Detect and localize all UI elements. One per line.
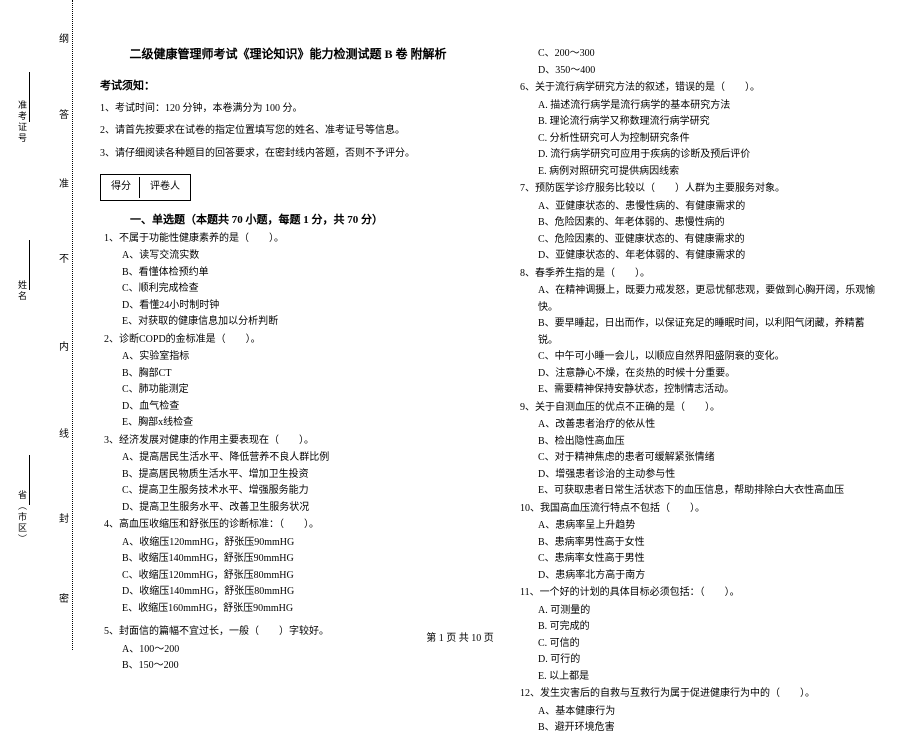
option: A、提高居民生活水平、降低营养不良人群比例	[122, 450, 476, 467]
option: D. 流行病学研究可应用于疾病的诊断及预后评价	[538, 147, 880, 164]
option: D. 可行的	[538, 652, 880, 669]
paper-title: 二级健康管理师考试《理论知识》能力检测试题 B 卷 附解析	[100, 45, 476, 65]
label-name: 姓名	[16, 280, 29, 302]
question: 9、关于自测血压的优点不正确的是（ ）。	[520, 400, 880, 417]
option: B、150～200	[122, 658, 476, 675]
question: 4、高血压收缩压和舒张压的诊断标准：（ ）。	[104, 517, 476, 534]
option: B、收缩压140mmHG，舒张压90mmHG	[122, 551, 476, 568]
option: A、读写交流实数	[122, 248, 476, 265]
option: C、危险因素的、亚健康状态的、有健康需求的	[538, 232, 880, 249]
option: B、避开环境危害	[538, 720, 880, 737]
option: B、检出隐性高血压	[538, 434, 880, 451]
option: D、看懂24小时制时钟	[122, 298, 476, 315]
binding-char: 纲	[59, 30, 69, 45]
binding-char: 准	[59, 175, 69, 190]
option: B. 理论流行病学又称数理流行病学研究	[538, 114, 880, 131]
section-title: 一、单选题（本题共 70 小题，每题 1 分，共 70 分）	[130, 211, 383, 229]
question: 3、经济发展对健康的作用主要表现在（ ）。	[104, 433, 476, 450]
question: 12、发生灾害后的自救与互救行为属于促进健康行为中的（ ）。	[520, 686, 880, 703]
question: 7、预防医学诊疗服务比较以（ ）人群为主要服务对象。	[520, 181, 880, 198]
option: A、在精神调摄上，既要力戒发怒，更忌忧郁悲观，要做到心胸开阔，乐观愉快。	[538, 283, 880, 316]
binding-char: 封	[59, 510, 69, 525]
option: D、血气检查	[122, 399, 476, 416]
option: A、患病率呈上升趋势	[538, 518, 880, 535]
label-province: 省（市区）	[16, 490, 29, 545]
option: C、肺功能测定	[122, 382, 476, 399]
option: D、亚健康状态的、年老体弱的、有健康需求的	[538, 248, 880, 265]
binding-dotted-line	[72, 0, 73, 650]
binding-char: 答	[59, 106, 69, 121]
binding-char: 不	[59, 250, 69, 265]
question: 10、我国高血压流行特点不包括（ ）。	[520, 501, 880, 518]
option: E、可获取患者日常生活状态下的血压信息，帮助排除白大衣性高血压	[538, 483, 880, 500]
question: 11、一个好的计划的具体目标必须包括：（ ）。	[520, 585, 880, 602]
underline-name	[29, 240, 30, 290]
underline-examno	[29, 72, 30, 122]
option: B、胸部CT	[122, 366, 476, 383]
question: 8、春季养生指的是（ ）。	[520, 266, 880, 283]
option: D、增强患者诊治的主动参与性	[538, 467, 880, 484]
option: D、提高卫生服务水平、改善卫生服务状况	[122, 500, 476, 517]
option: B、看懂体检预约单	[122, 265, 476, 282]
option: B、危险因素的、年老体弱的、患慢性病的	[538, 215, 880, 232]
binding-char: 内	[59, 338, 69, 353]
label-examno: 准考证号	[16, 100, 29, 144]
option: A. 可测量的	[538, 603, 880, 620]
option: D、患病率北方高于南方	[538, 568, 880, 585]
question: 2、诊断COPD的金标准是（ ）。	[104, 332, 476, 349]
option: B、提高居民物质生活水平、增加卫生投资	[122, 467, 476, 484]
option: E、需要精神保持安静状态，控制情志活动。	[538, 382, 880, 399]
option: D、350～400	[538, 63, 880, 80]
notice-header: 考试须知：	[100, 77, 476, 95]
score-label: 得分	[103, 177, 140, 198]
notice-item: 2、请首先按要求在试卷的指定位置填写您的姓名、准考证号等信息。	[100, 123, 476, 140]
question: 6、关于流行病学研究方法的叙述，错误的是（ ）。	[520, 80, 880, 97]
option: C、提高卫生服务技术水平、增强服务能力	[122, 483, 476, 500]
option: C、收缩压120mmHG，舒张压80mmHG	[122, 568, 476, 585]
underline-province	[29, 455, 30, 505]
binding-char: 密	[59, 590, 69, 605]
option: A、实验室指标	[122, 349, 476, 366]
option: A. 描述流行病学是流行病学的基本研究方法	[538, 98, 880, 115]
column-left: 二级健康管理师考试《理论知识》能力检测试题 B 卷 附解析 考试须知： 1、考试…	[100, 20, 476, 610]
option: C、中午可小睡一会儿，以顺应自然界阳盛阴衰的变化。	[538, 349, 880, 366]
binding-margin: 省（市区） 姓名 准考证号 纲 答 准 不 内 线 封 密	[0, 0, 90, 650]
option: B、要早睡起，日出而作，以保证充足的睡眠时间，以利阳气闭藏，养精蓄锐。	[538, 316, 880, 349]
option: C、200～300	[538, 46, 880, 63]
option: C、对于精神焦虑的患者可缓解紧张情绪	[538, 450, 880, 467]
notice-item: 1、考试时间：120 分钟，本卷满分为 100 分。	[100, 101, 476, 118]
notice-item: 3、请仔细阅读各种题目的回答要求，在密封线内答题，否则不予评分。	[100, 146, 476, 163]
option: A、亚健康状态的、患慢性病的、有健康需求的	[538, 199, 880, 216]
option: E. 以上都是	[538, 669, 880, 686]
column-right: C、200～300 D、350～400 6、关于流行病学研究方法的叙述，错误的是…	[504, 20, 880, 610]
option: A、收缩压120mmHG，舒张压90mmHG	[122, 535, 476, 552]
score-box: 得分 评卷人	[100, 174, 191, 201]
option: C、顺利完成检查	[122, 281, 476, 298]
option: B、患病率男性高于女性	[538, 535, 880, 552]
page-footer: 第 1 页 共 10 页	[0, 629, 920, 644]
option: A、基本健康行为	[538, 704, 880, 721]
option: A、改善患者治疗的依从性	[538, 417, 880, 434]
option: C、患病率女性高于男性	[538, 551, 880, 568]
option: E、胸部x线检查	[122, 415, 476, 432]
option: E、收缩压160mmHG，舒张压90mmHG	[122, 601, 476, 618]
option: E. 病例对照研究可提供病因线索	[538, 164, 880, 181]
option: E、对获取的健康信息加以分析判断	[122, 314, 476, 331]
option: C. 分析性研究可人为控制研究条件	[538, 131, 880, 148]
binding-char: 线	[59, 425, 69, 440]
question: 1、不属于功能性健康素养的是（ ）。	[104, 231, 476, 248]
option: D、注意静心不燥，在炎热的时候十分重要。	[538, 366, 880, 383]
option: A、100～200	[122, 642, 476, 659]
judge-label: 评卷人	[142, 177, 188, 198]
option: D、收缩压140mmHG，舒张压80mmHG	[122, 584, 476, 601]
